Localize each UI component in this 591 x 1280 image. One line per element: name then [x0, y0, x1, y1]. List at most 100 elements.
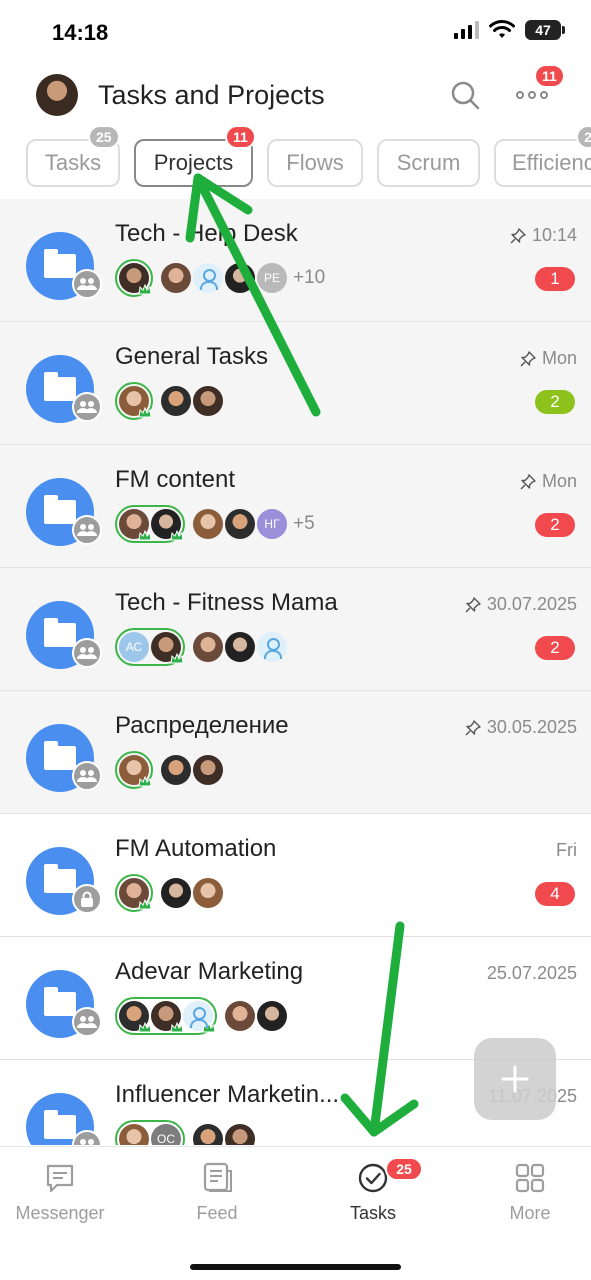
plus-icon	[501, 1065, 529, 1093]
project-counter-badge: 2	[535, 390, 575, 414]
project-title: Tech - Help Desk	[115, 220, 298, 247]
member-placeholder-avatar	[257, 632, 287, 662]
project-owners	[115, 382, 153, 420]
app-header: Tasks and Projects	[0, 62, 591, 130]
owner-crown-icon	[138, 407, 152, 418]
tab-label: Efficienc	[512, 150, 591, 175]
owner-crown-icon	[170, 1022, 184, 1033]
member-avatar	[225, 1001, 255, 1031]
project-time: 25.07.2025	[487, 963, 577, 984]
project-type-badge	[72, 761, 102, 791]
nav-tasks[interactable]: Tasks 25	[313, 1157, 433, 1241]
project-owners	[115, 997, 217, 1035]
member-avatar	[119, 878, 152, 910]
folder-icon	[44, 741, 76, 770]
project-type-badge	[72, 515, 102, 545]
project-title: FM content	[115, 466, 236, 493]
page-title: Tasks and Projects	[98, 80, 325, 110]
member-avatar	[119, 1001, 152, 1033]
project-row[interactable]: Tech - Help Desk 10:14 PE +10 1	[0, 199, 591, 322]
project-time: 10:14	[510, 225, 577, 246]
status-time: 14:18	[52, 20, 109, 45]
project-time: Mon	[520, 471, 577, 492]
project-type-badge	[72, 269, 102, 299]
tab-scrum[interactable]: Scrum	[377, 139, 480, 187]
add-project-button[interactable]	[474, 1038, 556, 1120]
member-initials-avatar: ОС	[151, 1124, 181, 1145]
pin-icon	[465, 596, 481, 612]
project-title: Tech - Fitness Mama	[115, 589, 338, 616]
group-icon	[77, 524, 97, 536]
member-avatar	[257, 1001, 287, 1031]
tab-label: Tasks	[44, 150, 102, 175]
folder-icon	[44, 1110, 76, 1139]
member-avatar	[151, 509, 184, 541]
member-avatar	[225, 509, 255, 539]
project-owners	[115, 874, 153, 912]
project-row[interactable]: FM content Mon НГ +5 2	[0, 445, 591, 568]
project-counter-badge: 4	[535, 882, 575, 906]
search-icon	[451, 81, 480, 110]
group-icon	[77, 770, 97, 782]
more-menu-badge: 11	[534, 64, 565, 88]
project-time: Fri	[556, 840, 577, 861]
project-type-badge	[72, 392, 102, 422]
project-members: PE +10	[115, 259, 326, 297]
search-button[interactable]	[448, 78, 482, 112]
project-members	[115, 382, 223, 420]
project-time-label: Mon	[541, 471, 577, 491]
project-counter-badge: 1	[535, 267, 575, 291]
project-counter-badge: 2	[535, 513, 575, 537]
project-row[interactable]: Tech - Fitness Mama 30.07.2025 АС 2	[0, 568, 591, 691]
owner-crown-icon	[170, 653, 184, 664]
project-owners: АС	[115, 628, 185, 666]
status-bar: 14:18 47	[0, 0, 591, 62]
member-placeholder-avatar	[183, 1001, 216, 1033]
nav-feed[interactable]: Feed	[157, 1161, 277, 1241]
folder-icon	[44, 864, 76, 893]
member-avatar	[151, 632, 184, 664]
tab-efficiency[interactable]: Efficienc	[494, 139, 591, 187]
project-row[interactable]: FM Automation Fri 4	[0, 814, 591, 937]
member-avatar	[193, 878, 223, 908]
project-row[interactable]: General Tasks Mon 2	[0, 322, 591, 445]
member-initials-avatar: АС	[119, 632, 149, 662]
member-avatar	[161, 755, 191, 785]
project-title: Adevar Marketing	[115, 958, 304, 985]
nav-label: More	[509, 1203, 551, 1223]
nav-label: Feed	[196, 1203, 238, 1223]
project-owners	[115, 505, 185, 543]
more-members-count: +10	[293, 267, 326, 288]
member-avatar	[119, 263, 152, 295]
owner-crown-icon	[170, 530, 184, 541]
project-type-badge	[72, 1007, 102, 1037]
owner-crown-icon	[138, 899, 152, 910]
home-indicator	[190, 1264, 401, 1270]
member-avatar	[225, 263, 255, 293]
more-dots-icon	[516, 91, 548, 99]
group-icon	[77, 401, 97, 413]
project-time-label: 30.07.2025	[486, 594, 577, 614]
tab-label: Projects	[153, 150, 234, 175]
folder-icon	[44, 618, 76, 647]
member-avatar	[161, 263, 191, 293]
project-counter-badge: 2	[535, 636, 575, 660]
status-icons: 47	[454, 20, 565, 40]
wifi-icon	[489, 20, 515, 38]
project-row[interactable]: Распределение 30.05.2025	[0, 691, 591, 814]
project-title: Распределение	[115, 712, 289, 739]
owner-crown-icon	[138, 1022, 152, 1033]
folder-icon	[44, 249, 76, 278]
project-time-label: 25.07.2025	[486, 963, 577, 983]
tab-flows[interactable]: Flows	[267, 139, 363, 187]
nav-more[interactable]: More	[470, 1161, 590, 1241]
member-avatar	[193, 386, 223, 416]
nav-label: Messenger	[15, 1203, 105, 1223]
user-avatar[interactable]	[36, 74, 78, 116]
nav-messenger[interactable]: Messenger	[0, 1161, 120, 1241]
pin-icon	[510, 227, 526, 243]
owner-crown-icon	[138, 284, 152, 295]
member-avatar	[151, 1001, 184, 1033]
pin-icon	[465, 719, 481, 735]
project-time-label: 30.05.2025	[486, 717, 577, 737]
